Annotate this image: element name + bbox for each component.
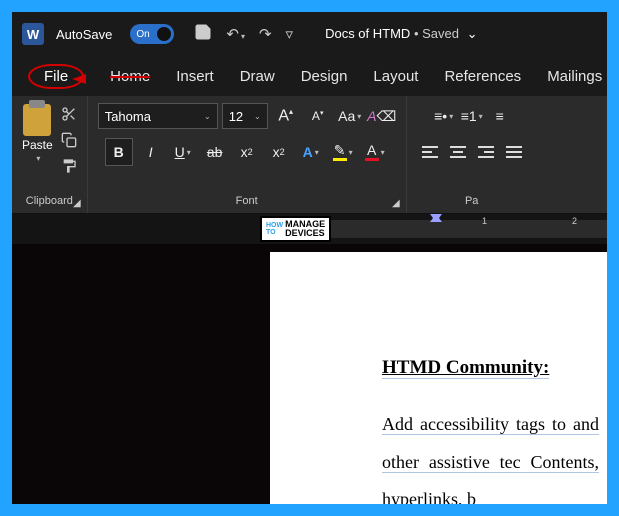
align-left-button[interactable] <box>417 138 443 166</box>
paste-label: Paste <box>22 138 53 152</box>
group-font: Tahoma ⌄ 12 ⌄ A▴ A▾ Aa▾ A⌫ B I U▾ ab x2 … <box>87 96 406 213</box>
group-clipboard: Paste ▾ Clipboard ◢ <box>12 96 87 213</box>
navigation-pane <box>12 244 270 504</box>
group-paragraph: ≡•▾ ≡1▾ ≡ Pa <box>406 96 537 213</box>
ribbon: Paste ▾ Clipboard ◢ <box>12 96 607 214</box>
doc-heading: HTMD Community: <box>382 357 549 379</box>
redo-icon[interactable]: ↷ <box>259 25 272 43</box>
autosave-label: AutoSave <box>56 27 112 42</box>
clear-formatting-button[interactable]: A⌫ <box>368 102 396 130</box>
font-name-select[interactable]: Tahoma ⌄ <box>98 103 218 129</box>
chevron-down-icon: ⌄ <box>204 112 211 121</box>
clipboard-group-label: Clipboard <box>26 195 73 211</box>
hanging-indent-icon[interactable] <box>430 214 442 222</box>
bullets-button[interactable]: ≡•▾ <box>431 102 457 130</box>
chevron-down-icon: ⌄ <box>254 112 261 121</box>
ruler[interactable]: HOW TO MANAGE DEVICES 1 2 <box>12 214 607 244</box>
doc-body: Add accessibility tags to and other assi… <box>382 406 599 504</box>
htmd-logo: HOW TO MANAGE DEVICES <box>260 216 331 242</box>
font-group-label: Font <box>236 195 258 211</box>
title-bar: W AutoSave On ↶▾ ↷ ▿ Docs of HTMD • Save… <box>12 12 607 56</box>
tab-home[interactable]: Home <box>110 68 150 85</box>
autosave-toggle[interactable]: On <box>130 24 174 44</box>
italic-button[interactable]: I <box>137 138 165 166</box>
align-center-button[interactable] <box>445 138 471 166</box>
undo-icon[interactable]: ↶▾ <box>226 25 245 43</box>
ribbon-tabs: File Home Insert Draw Design Layout Refe… <box>12 56 607 96</box>
save-icon[interactable] <box>194 23 212 45</box>
dialog-launcher-icon[interactable]: ◢ <box>392 198 400 209</box>
bold-button[interactable]: B <box>105 138 133 166</box>
tab-design[interactable]: Design <box>301 68 348 85</box>
qat-customize-icon[interactable]: ▿ <box>286 25 294 43</box>
tab-insert[interactable]: Insert <box>176 68 214 85</box>
align-right-button[interactable] <box>473 138 499 166</box>
change-case-button[interactable]: Aa▾ <box>336 102 364 130</box>
document-area: HTMD Community: Add accessibility tags t… <box>12 244 607 504</box>
doc-status: Saved <box>422 26 459 41</box>
document-title[interactable]: Docs of HTMD • Saved ⌄ <box>325 26 477 42</box>
tab-layout[interactable]: Layout <box>373 68 418 85</box>
clipboard-icon <box>23 104 51 136</box>
superscript-button[interactable]: x2 <box>265 138 293 166</box>
format-painter-icon[interactable] <box>61 158 77 174</box>
dialog-launcher-icon[interactable]: ◢ <box>73 198 81 209</box>
ruler-number: 2 <box>572 216 577 226</box>
tab-mailings[interactable]: Mailings <box>547 68 602 85</box>
shrink-font-button[interactable]: A▾ <box>304 102 332 130</box>
cut-icon[interactable] <box>61 106 77 122</box>
font-name-value: Tahoma <box>105 109 151 124</box>
chevron-down-icon: ⌄ <box>467 26 478 41</box>
font-color-button[interactable]: A▾ <box>361 138 389 166</box>
subscript-button[interactable]: x2 <box>233 138 261 166</box>
chevron-down-icon: ▾ <box>36 154 40 163</box>
text-effects-button[interactable]: A▾ <box>297 138 325 166</box>
font-size-select[interactable]: 12 ⌄ <box>222 103 268 129</box>
paste-button[interactable]: Paste ▾ <box>22 102 53 174</box>
grow-font-button[interactable]: A▴ <box>272 102 300 130</box>
document-page[interactable]: HTMD Community: Add accessibility tags t… <box>270 252 607 504</box>
doc-name: Docs of HTMD <box>325 26 410 41</box>
toggle-knob <box>157 27 171 41</box>
word-window: W AutoSave On ↶▾ ↷ ▿ Docs of HTMD • Save… <box>12 12 607 504</box>
copy-icon[interactable] <box>61 132 77 148</box>
annotation-arrow-icon <box>72 74 86 84</box>
multilevel-button[interactable]: ≡ <box>487 102 513 130</box>
ruler-number: 1 <box>482 216 487 226</box>
justify-button[interactable] <box>501 138 527 166</box>
paragraph-group-label: Pa <box>465 195 478 211</box>
font-size-value: 12 <box>229 109 243 124</box>
underline-button[interactable]: U▾ <box>169 138 197 166</box>
tab-draw[interactable]: Draw <box>240 68 275 85</box>
tab-references[interactable]: References <box>444 68 521 85</box>
strikethrough-button[interactable]: ab <box>201 138 229 166</box>
highlight-button[interactable]: ✎▾ <box>329 138 357 166</box>
word-app-icon: W <box>22 23 44 45</box>
numbering-button[interactable]: ≡1▾ <box>459 102 485 130</box>
autosave-state: On <box>136 29 149 40</box>
quick-access-toolbar: ↶▾ ↷ ▿ <box>194 23 293 45</box>
